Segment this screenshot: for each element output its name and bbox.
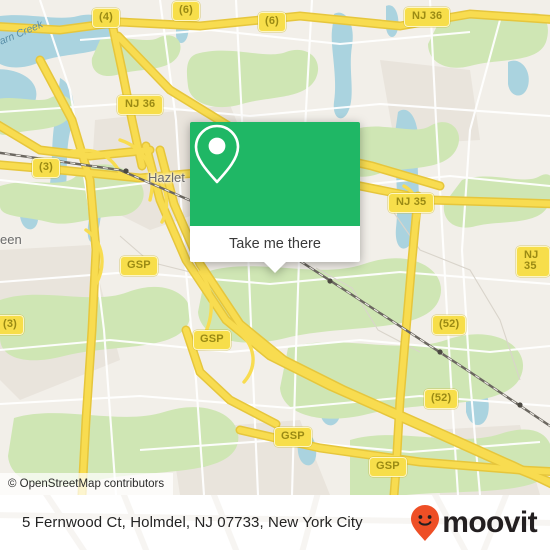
highway-shield[interactable]: (3) [32,158,61,178]
popup-header [190,122,360,226]
map-pin-icon [194,124,240,184]
highway-shield[interactable]: (6) [172,1,201,21]
moovit-logo[interactable]: moovit [410,504,538,542]
highway-shield[interactable]: NJ 35 [388,193,435,213]
popup-tail [264,262,286,273]
highway-shield[interactable]: GSP [193,330,231,350]
footer-bar: 5 Fernwood Ct, Holmdel, NJ 07733, New Yo… [0,495,550,550]
highway-shield[interactable]: (52) [424,389,459,409]
highway-shield[interactable]: (4) [92,8,121,28]
moovit-wordmark: moovit [442,505,537,539]
highway-shield[interactable]: (3) [0,315,25,335]
highway-shield[interactable]: GSP [369,457,407,477]
highway-shield[interactable]: NJ 36 [117,95,164,115]
popup-action-button[interactable]: Take me there [190,226,360,273]
moovit-smiley-pin-icon [411,504,440,541]
highway-shield[interactable]: NJ 36 [404,7,451,27]
map-canvas[interactable]: arn Creek Hazlet een (4) (6) (6) NJ 36 N… [0,0,550,495]
highway-shield[interactable]: GSP [274,427,312,447]
highway-shield[interactable]: NJ 35 [516,246,550,277]
location-popup[interactable]: Take me there [190,122,360,273]
osm-attribution[interactable]: © OpenStreetMap contributors [0,473,174,495]
popup-action-label: Take me there [229,236,321,252]
highway-shield[interactable]: GSP [120,256,158,276]
highway-shield[interactable]: (6) [258,12,287,32]
address-label: 5 Fernwood Ct, Holmdel, NJ 07733, New Yo… [22,514,363,531]
map-screen: arn Creek Hazlet een (4) (6) (6) NJ 36 N… [0,0,550,550]
highway-shield[interactable]: (52) [432,315,467,335]
